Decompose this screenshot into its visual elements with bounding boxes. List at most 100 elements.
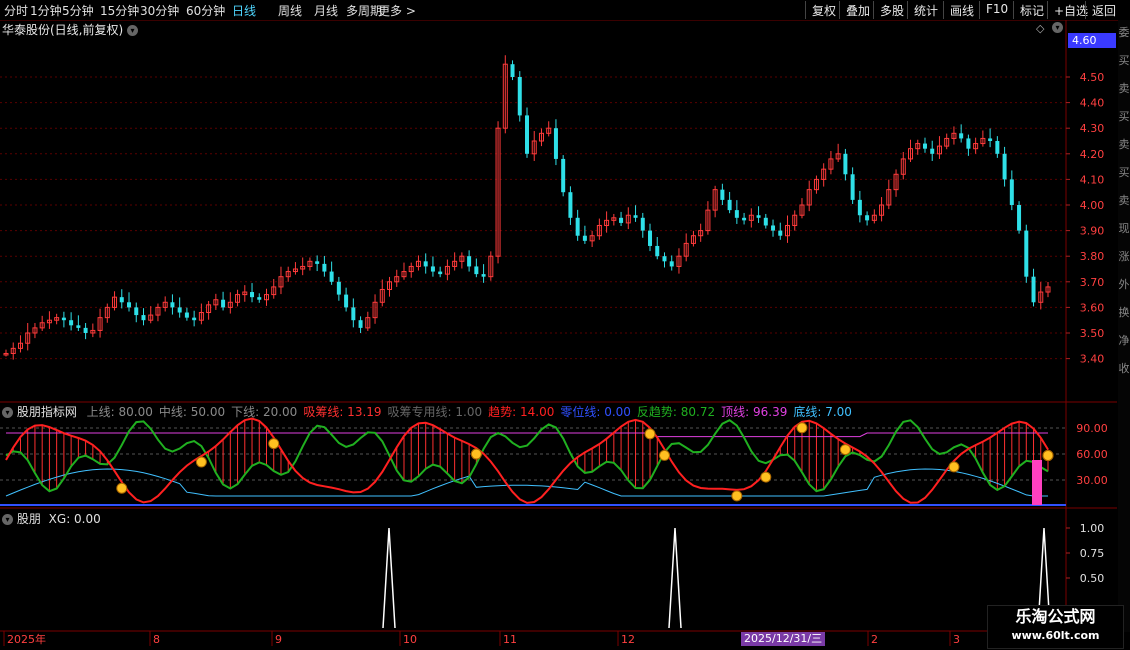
candle-body bbox=[922, 143, 927, 149]
candle-body bbox=[517, 77, 522, 116]
chevron-down-icon[interactable]: ▾ bbox=[2, 514, 13, 525]
anti-trend-line bbox=[5, 419, 1049, 493]
candle-body bbox=[727, 199, 732, 211]
candle-body bbox=[553, 128, 558, 159]
signal-dot bbox=[948, 461, 960, 473]
candle-body bbox=[510, 64, 515, 77]
strip-char-7: 现 bbox=[1118, 222, 1130, 235]
candle-body bbox=[756, 215, 761, 218]
indicator-tick-label: 60.00 bbox=[1076, 448, 1108, 461]
candle-body bbox=[959, 133, 964, 139]
candle-body bbox=[322, 263, 327, 272]
indicator-param-9: 底线: 7.00 bbox=[793, 405, 852, 419]
signal-dot bbox=[796, 422, 808, 434]
candle-body bbox=[76, 325, 81, 328]
candle-body bbox=[481, 274, 486, 277]
signal-dot bbox=[760, 471, 772, 483]
candle-body bbox=[966, 138, 971, 149]
indicator-param-1: 中线: 50.00 bbox=[158, 405, 226, 419]
chart-area[interactable]: 4.50 4.40 4.30 4.20 4.10 4.00 3.90 3.80 3.70 3.60… bbox=[0, 0, 1130, 650]
candle-body bbox=[1009, 179, 1014, 205]
strip-char-8: 涨 bbox=[1118, 250, 1130, 263]
xg-tick-label: 0.50 bbox=[1080, 572, 1105, 585]
watermark: 乐淘公式网 www.60lt.com bbox=[987, 605, 1124, 649]
candle-body bbox=[1002, 153, 1007, 180]
candle-body bbox=[351, 307, 356, 321]
price-tick-label: 3.80 bbox=[1080, 250, 1105, 263]
quote-side-strip: 委买卖买卖买卖现涨外换净收 bbox=[1118, 20, 1130, 632]
candle-body bbox=[582, 235, 587, 241]
strip-char-12: 收 bbox=[1118, 362, 1130, 375]
date-label: 11 bbox=[503, 633, 517, 646]
candle-body bbox=[69, 320, 74, 326]
date-label: 3 bbox=[953, 633, 960, 646]
strip-char-2: 卖 bbox=[1118, 82, 1130, 95]
candle-body bbox=[119, 297, 124, 303]
chevron-down-icon[interactable]: ▾ bbox=[2, 407, 13, 418]
candle-body bbox=[655, 245, 660, 257]
xg-tick-label: 1.00 bbox=[1080, 522, 1105, 535]
candle-body bbox=[221, 299, 226, 308]
date-label: 8 bbox=[153, 633, 160, 646]
indicator-tick-label: 30.00 bbox=[1076, 474, 1108, 487]
indicator-name: 股朋指标网 bbox=[16, 405, 77, 419]
xg-tick-label: 0.75 bbox=[1080, 547, 1105, 560]
candle-body bbox=[430, 266, 435, 272]
price-tick-label: 3.50 bbox=[1080, 327, 1105, 340]
current-price-tag: 4.60 bbox=[1068, 33, 1116, 48]
price-tick-label: 4.00 bbox=[1080, 199, 1105, 212]
candle-body bbox=[843, 153, 848, 175]
candle-body bbox=[134, 307, 139, 316]
date-label: 2025年 bbox=[7, 632, 46, 646]
candle-body bbox=[850, 174, 855, 200]
strip-char-10: 换 bbox=[1118, 306, 1130, 319]
candle-body bbox=[315, 261, 320, 264]
date-label: 2 bbox=[871, 633, 878, 646]
candle-body bbox=[83, 327, 88, 333]
candle-body bbox=[857, 199, 862, 216]
date-label: 9 bbox=[275, 633, 282, 646]
candle-body bbox=[865, 215, 870, 221]
candle-body bbox=[720, 189, 725, 200]
date-label: 10 bbox=[403, 633, 417, 646]
strip-char-9: 外 bbox=[1118, 278, 1130, 291]
indicator-param-7: 反趋势: 80.72 bbox=[636, 405, 716, 419]
price-tick-label: 3.90 bbox=[1080, 225, 1105, 238]
strip-char-5: 买 bbox=[1118, 166, 1130, 179]
candle-body bbox=[467, 256, 472, 267]
price-tick-label: 4.50 bbox=[1080, 71, 1105, 84]
strip-char-3: 买 bbox=[1118, 110, 1130, 123]
price-tick-label: 4.20 bbox=[1080, 148, 1105, 161]
indicator-param-4: 吸筹专用线: 1.00 bbox=[387, 405, 483, 419]
candle-body bbox=[358, 320, 363, 328]
price-tick-label: 3.40 bbox=[1080, 353, 1105, 366]
xg-spike bbox=[668, 527, 682, 629]
xg-panel-title: ▾ 股朋 XG: 0.00 bbox=[2, 510, 101, 527]
candle-body bbox=[561, 158, 566, 193]
candle-body bbox=[1031, 276, 1036, 303]
top-line bbox=[6, 432, 1048, 438]
candle-body bbox=[778, 230, 783, 236]
price-tick-label: 4.40 bbox=[1080, 97, 1105, 110]
indicator-panel-title: ▾ 股朋指标网 上线: 80.00 中线: 50.00 下线: 20.00 吸筹线: … bbox=[2, 403, 852, 420]
candle-body bbox=[734, 210, 739, 218]
candle-body bbox=[127, 302, 132, 308]
signal-dot bbox=[195, 456, 207, 468]
candle-body bbox=[763, 217, 768, 226]
signal-dot bbox=[1042, 449, 1054, 461]
strip-char-0: 委 bbox=[1118, 26, 1130, 39]
watermark-url: www.60lt.com bbox=[1011, 629, 1100, 642]
candle-body bbox=[771, 225, 776, 231]
price-tick-label: 4.10 bbox=[1080, 173, 1105, 186]
price-tick-label: 3.70 bbox=[1080, 276, 1105, 289]
indicator-param-6: 零位线: 0.00 bbox=[560, 405, 631, 419]
indicator-param-8: 顶线: 96.39 bbox=[721, 405, 788, 419]
cursor-date-label: 2025/12/31/三 bbox=[741, 632, 826, 646]
candle-body bbox=[1017, 205, 1022, 231]
signal-dot bbox=[731, 490, 743, 502]
signal-bar bbox=[1032, 460, 1042, 505]
price-tick-label: 4.30 bbox=[1080, 122, 1105, 135]
candle-body bbox=[192, 317, 197, 321]
candle-body bbox=[438, 271, 443, 275]
strip-char-4: 卖 bbox=[1118, 138, 1130, 151]
